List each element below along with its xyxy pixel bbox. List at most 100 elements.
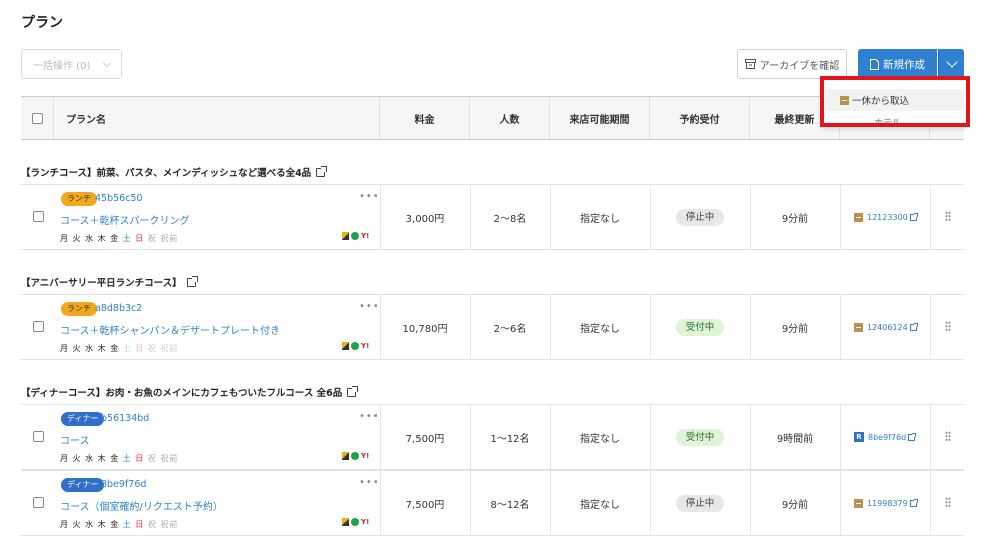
plan-code: 8be9f76d: [101, 479, 147, 490]
status-cell: 停止中: [650, 185, 750, 249]
price: 10,780円: [402, 323, 448, 335]
select-all-checkbox[interactable]: [31, 112, 43, 124]
people: 2〜6名: [493, 323, 527, 335]
available-days: 月 火 水 木 金 土 日 祝 祝前: [60, 234, 179, 243]
group-title-text: 【アニバーサリー平日ランチコース】: [21, 278, 182, 289]
hotpepper-icon: [351, 342, 359, 350]
people: 1〜12名: [490, 433, 530, 445]
available-days: 月 火 水 木 金 土 日 祝 祝前: [60, 344, 179, 353]
archive-icon: [744, 59, 756, 69]
media-icons: Y!: [342, 518, 369, 526]
group-title[interactable]: 【ディナーコース】お肉・お魚のメインにカフェもついたフルコース 全6品: [21, 385, 359, 399]
yahoo-icon: Y!: [361, 452, 370, 460]
header-checkbox-cell: [21, 97, 54, 139]
chevron-down-icon: [103, 59, 111, 67]
header-people[interactable]: 人数: [470, 97, 550, 139]
status-cell: 停止中: [650, 471, 750, 535]
header-price[interactable]: 料金: [380, 97, 470, 139]
external-link-icon: [909, 212, 918, 221]
drag-handle-icon[interactable]: [945, 497, 951, 507]
ikyu-badge-icon: [854, 212, 863, 222]
status-badge[interactable]: 受付中: [675, 318, 725, 336]
yahoo-icon: Y!: [361, 232, 370, 240]
external-link-icon[interactable]: [347, 385, 359, 397]
ikyu-badge-icon: [854, 322, 863, 332]
more-options-icon[interactable]: •••: [359, 191, 380, 202]
bulk-action-button[interactable]: 一括操作 (0): [21, 49, 122, 79]
hotel-link[interactable]: 11998379: [854, 471, 918, 535]
plan-code: b56134bd: [101, 413, 150, 424]
header-plan-name[interactable]: プラン名: [54, 97, 380, 139]
status-badge[interactable]: 受付中: [675, 428, 725, 446]
table-row: ディナー b56134bd ••• コース 月 火 水 木 金 土 日 祝 祝前…: [21, 404, 964, 470]
external-link-icon[interactable]: [186, 275, 198, 287]
external-link-icon[interactable]: [316, 165, 328, 177]
yahoo-icon: Y!: [361, 518, 370, 526]
drag-handle-icon[interactable]: [945, 211, 951, 221]
plan-name-link[interactable]: コース（個室確約/リクエスト予約）: [60, 498, 223, 513]
status-cell: 受付中: [650, 295, 750, 359]
drag-handle-icon[interactable]: [945, 321, 951, 331]
archive-button[interactable]: アーカイブを確認: [737, 49, 847, 79]
ikyu-icon: [342, 342, 349, 350]
more-options-icon[interactable]: •••: [359, 301, 380, 312]
plan-name-link[interactable]: コース＋乾杯スパークリング: [60, 212, 190, 227]
price: 7,500円: [405, 433, 445, 445]
row-checkbox[interactable]: [33, 321, 44, 332]
period: 指定なし: [580, 213, 620, 225]
period: 指定なし: [580, 433, 620, 445]
plan-tag: ランチ: [61, 192, 97, 206]
external-link-icon: [909, 498, 918, 507]
row-checkbox[interactable]: [33, 497, 44, 508]
media-icons: Y!: [342, 232, 369, 240]
drag-handle-icon[interactable]: [945, 431, 951, 441]
row-checkbox[interactable]: [33, 431, 44, 442]
import-from-ikyu-item[interactable]: 一休から取込: [826, 89, 964, 111]
chevron-down-icon: [946, 56, 958, 68]
period: 指定なし: [580, 323, 620, 335]
row-checkbox[interactable]: [33, 211, 44, 222]
more-options-icon[interactable]: •••: [359, 411, 380, 422]
resource-link[interactable]: R 8be9f76d: [854, 405, 917, 469]
ikyu-badge-icon: [840, 95, 849, 105]
new-plan-dropdown-toggle[interactable]: [938, 49, 964, 79]
updated: 9分前: [781, 213, 809, 225]
plan-tag: ディナー: [61, 478, 105, 492]
available-days: 月 火 水 木 金 土 日 祝 祝前: [60, 454, 179, 463]
more-options-icon[interactable]: •••: [359, 477, 380, 488]
bulk-action-label: 一括操作 (0): [33, 60, 91, 72]
price: 7,500円: [405, 499, 445, 511]
available-days: 月 火 水 木 金 土 日 祝 祝前: [60, 520, 179, 529]
group-title[interactable]: 【ランチコース】前菜、パスタ、メインディッシュなど選べる全4品: [21, 165, 328, 179]
r-badge-icon: R: [854, 432, 864, 442]
external-link-icon: [908, 432, 917, 441]
header-period[interactable]: 来店可能期間: [550, 97, 650, 139]
plan-code: a8d8b3c2: [95, 303, 143, 314]
status-badge[interactable]: 停止中: [675, 494, 725, 512]
header-reservation[interactable]: 予約受付: [650, 97, 750, 139]
status-badge[interactable]: 停止中: [675, 208, 725, 226]
media-icons: Y!: [342, 452, 369, 460]
import-from-ikyu-label: 一休から取込: [852, 96, 910, 107]
plan-code: 45b56c50: [95, 193, 143, 204]
updated: 9分前: [781, 499, 809, 511]
plan-name-link[interactable]: コース＋乾杯シャンパン＆デザートプレート付き: [60, 322, 280, 337]
hotel-link[interactable]: 12406124: [854, 295, 918, 359]
table-row: ランチ a8d8b3c2 ••• コース＋乾杯シャンパン＆デザートプレート付き …: [21, 294, 964, 360]
plan-tag: ランチ: [61, 302, 97, 316]
hotpepper-icon: [351, 232, 359, 240]
hotel-link[interactable]: 12123300: [854, 185, 918, 249]
updated: 9時間前: [776, 433, 814, 445]
people: 8〜12名: [490, 499, 530, 511]
new-plan-button[interactable]: 新規作成: [858, 49, 937, 79]
ikyu-icon: [342, 232, 349, 240]
archive-label: アーカイブを確認: [759, 60, 840, 72]
ikyu-icon: [342, 452, 349, 460]
ikyu-badge-icon: [854, 498, 863, 508]
page-title: プラン: [21, 15, 63, 31]
partial-header-text: ホテル: [874, 119, 902, 127]
media-icons: Y!: [342, 342, 369, 350]
plan-name-link[interactable]: コース: [60, 432, 90, 447]
group-title-text: 【ディナーコース】お肉・お魚のメインにカフェもついたフルコース 全6品: [21, 388, 343, 399]
group-title[interactable]: 【アニバーサリー平日ランチコース】: [21, 275, 198, 289]
